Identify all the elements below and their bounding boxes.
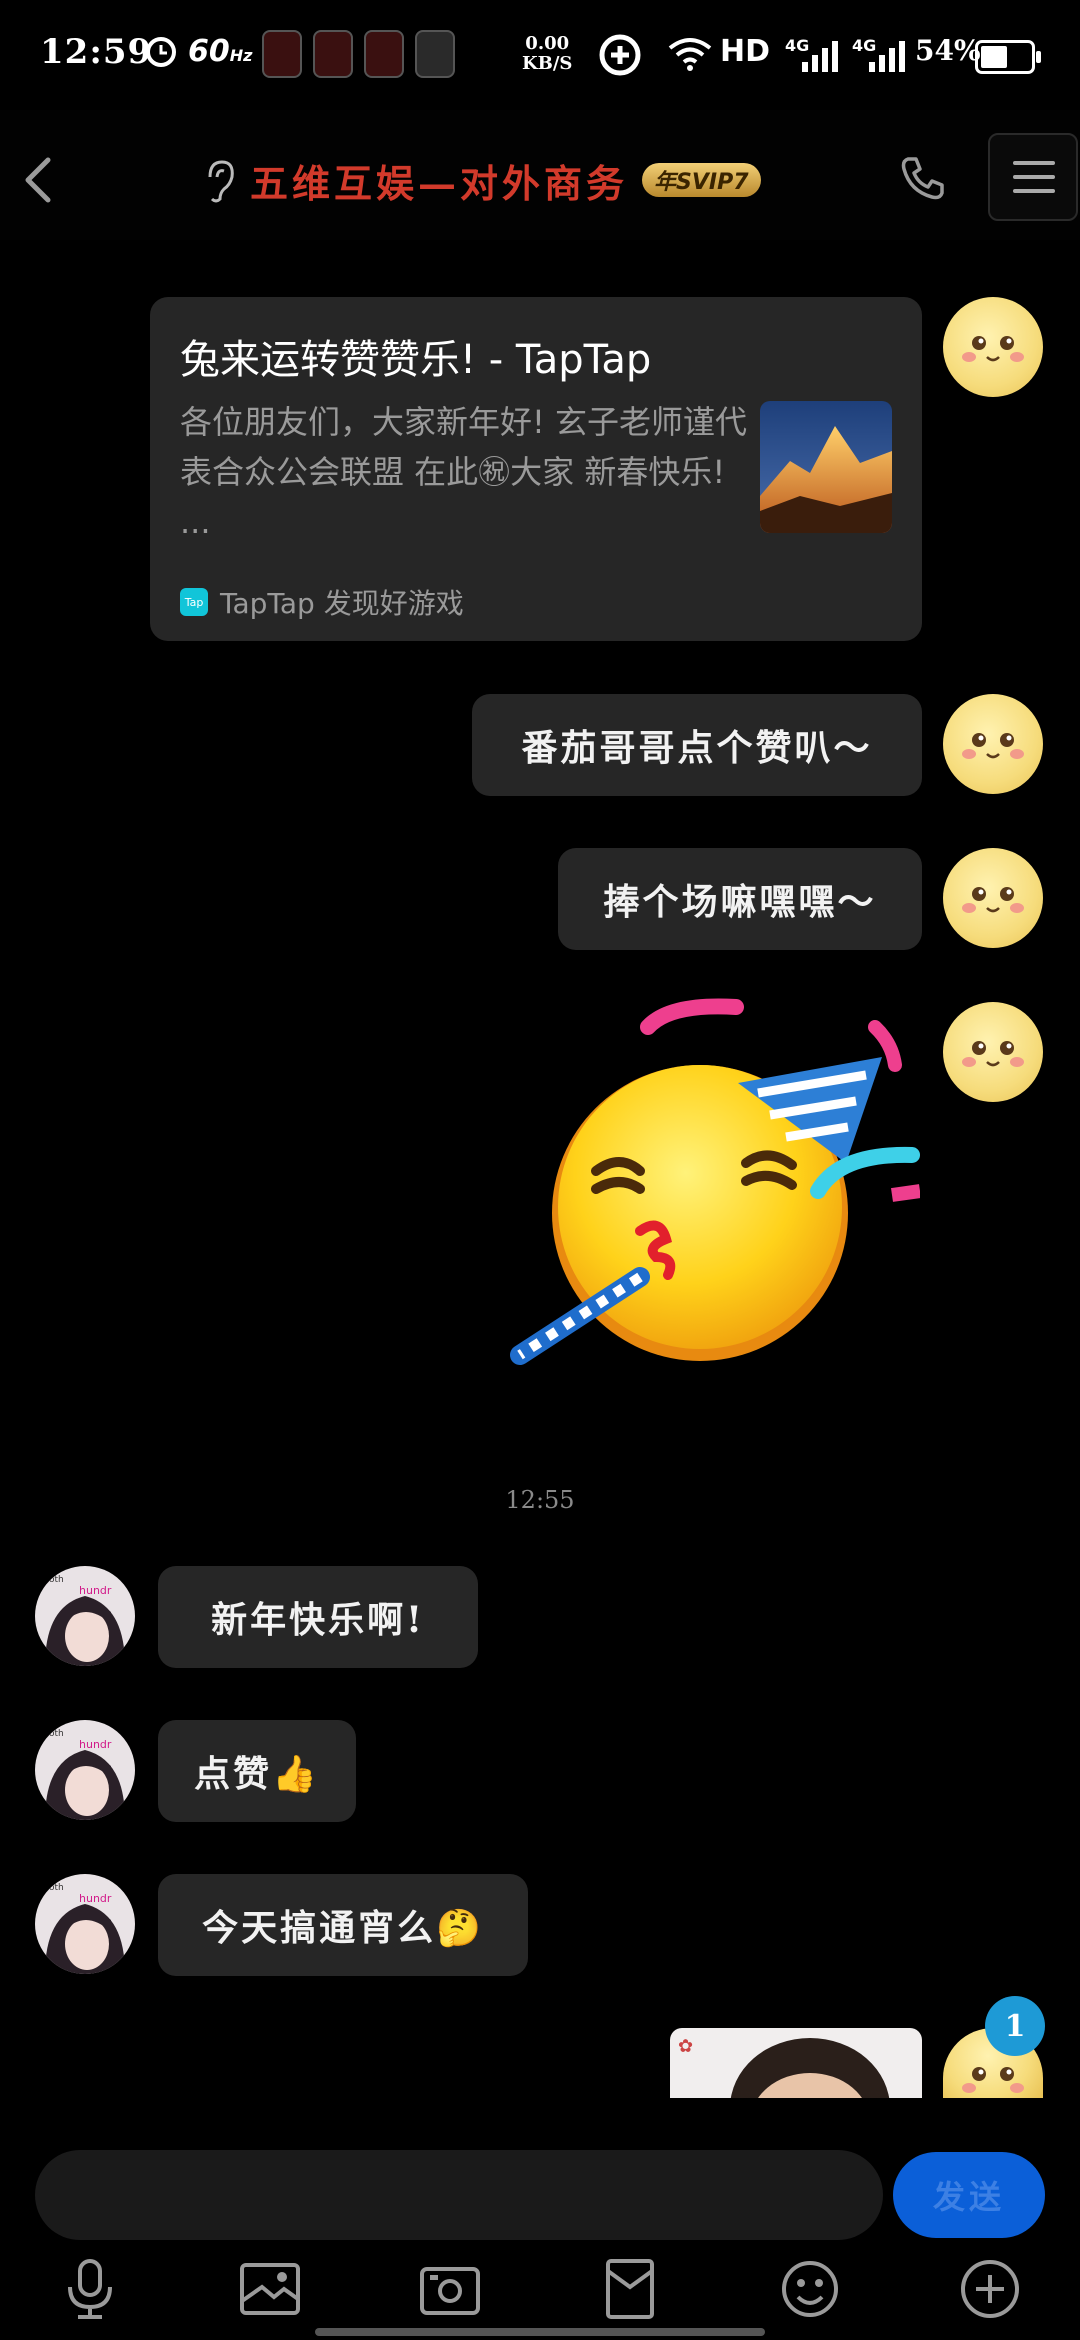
phone-icon[interactable]	[900, 155, 946, 201]
send-button[interactable]: 发送	[893, 2152, 1045, 2238]
link-card-thumbnail	[760, 401, 892, 533]
avatar[interactable]: hundr oth	[35, 1874, 135, 1974]
unread-count-badge[interactable]: 1	[985, 1996, 1045, 2056]
menu-button[interactable]	[988, 133, 1078, 221]
outgoing-message[interactable]: 番茄哥哥点个赞叭～	[472, 694, 922, 796]
signal-icon	[869, 41, 905, 72]
outgoing-message[interactable]: 捧个场嘛嘿嘿～	[558, 848, 922, 950]
incoming-message[interactable]: 今天搞通宵么🤔	[158, 1874, 528, 1976]
battery-percent: 54%	[915, 34, 981, 67]
incoming-message[interactable]: 点赞👍	[158, 1720, 356, 1822]
microphone-icon[interactable]	[50, 2254, 130, 2324]
clipped-timestamp	[500, 226, 580, 238]
back-arrow-icon[interactable]	[18, 150, 58, 210]
avatar[interactable]	[943, 1002, 1043, 1102]
avatar[interactable]	[943, 848, 1043, 948]
link-card-title: 兔来运转赞赞乐! - TapTap	[180, 337, 652, 383]
svg-text:oth: oth	[49, 1729, 64, 1739]
svg-text:oth: oth	[49, 1575, 64, 1585]
incoming-message[interactable]: 新年快乐啊!	[158, 1566, 478, 1668]
svg-text:hundr: hundr	[79, 1892, 112, 1905]
refresh-rate: 60Hz	[188, 34, 253, 69]
data-saver-icon	[599, 34, 641, 76]
party-emoji-sticker[interactable]	[500, 995, 921, 1375]
svg-text:hundr: hundr	[79, 1584, 112, 1597]
message-input[interactable]	[35, 2150, 883, 2240]
avatar[interactable]	[943, 297, 1043, 397]
link-card-message[interactable]: 兔来运转赞赞乐! - TapTap 各位朋友们，大家新年好! 玄子老师谨代表合众…	[150, 297, 922, 641]
wifi-icon	[668, 38, 712, 71]
svip-badge: 年SVIP7	[642, 163, 761, 197]
status-time: 12:59	[40, 32, 153, 72]
page-title: 五维互娱—对外商务	[250, 160, 629, 206]
avatar[interactable]: hundr oth	[35, 1720, 135, 1820]
camera-icon[interactable]	[410, 2254, 490, 2324]
taptap-logo-icon: Tap	[180, 588, 208, 616]
link-card-source-label: TapTap 发现好游戏	[220, 587, 464, 620]
svg-text:✿: ✿	[678, 2036, 693, 2057]
avatar[interactable]	[943, 694, 1043, 794]
link-card-source: Tap TapTap 发现好游戏	[180, 582, 464, 622]
ear-icon	[208, 160, 234, 203]
hd-indicator: HD	[720, 34, 771, 69]
message-timestamp: 12:55	[505, 1486, 575, 1514]
status-bar: 12:59 60Hz 0.00 KB/S HD 4G 4G 54%	[0, 0, 1080, 110]
app-notification-icon	[313, 30, 353, 78]
app-notification-icon	[415, 30, 455, 78]
alarm-icon	[146, 37, 176, 67]
app-notification-icon	[262, 30, 302, 78]
file-icon[interactable]	[590, 2254, 670, 2324]
svg-text:hundr: hundr	[79, 1738, 112, 1751]
home-indicator[interactable]	[315, 2328, 765, 2336]
avatar[interactable]: hundr oth	[35, 1566, 135, 1666]
svg-text:oth: oth	[49, 1883, 64, 1893]
emoji-icon[interactable]	[770, 2254, 850, 2324]
plus-icon[interactable]	[950, 2254, 1030, 2324]
network-speed: 0.00 KB/S	[522, 33, 573, 74]
battery-icon	[975, 40, 1041, 74]
outgoing-image-message[interactable]: ✿	[670, 2028, 922, 2098]
signal-icon	[802, 41, 838, 72]
image-icon[interactable]	[230, 2254, 310, 2324]
app-notification-icon	[364, 30, 404, 78]
chat-title-area[interactable]: 五维互娱—对外商务 年SVIP7	[200, 150, 761, 210]
link-card-description: 各位朋友们，大家新年好! 玄子老师谨代表合众公会联盟 在此㊗大家 新春快乐! .…	[180, 403, 748, 541]
